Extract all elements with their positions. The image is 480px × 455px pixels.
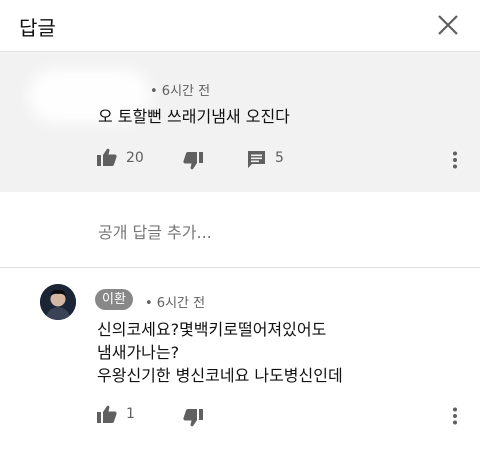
reply-divider xyxy=(0,267,480,268)
reply-text-line: 우왕신기한 병신코네요 나도병신인데 xyxy=(97,366,343,385)
reply-author[interactable]: 이환 xyxy=(95,289,133,310)
add-reply-input[interactable]: 공개 답글 추가... xyxy=(98,219,212,243)
like-count: 20 xyxy=(126,150,144,166)
avatar[interactable] xyxy=(40,284,76,320)
reply-dislike-button[interactable] xyxy=(183,409,203,427)
parent-comment-text: 오 토할뻔 쓰래기냄새 오진다 xyxy=(98,107,290,126)
comment-icon xyxy=(248,151,265,168)
parent-comment-menu[interactable] xyxy=(451,151,459,169)
thumbs-up-icon xyxy=(97,405,117,423)
thumbs-down-icon xyxy=(183,152,203,170)
thumbs-up-icon xyxy=(97,148,117,166)
dislike-button[interactable] xyxy=(183,152,203,170)
more-vert-icon xyxy=(453,151,457,169)
thumbs-down-icon xyxy=(183,409,203,427)
like-button[interactable] xyxy=(97,148,117,166)
page-title: 답글 xyxy=(19,16,56,40)
replies-button[interactable] xyxy=(247,150,266,169)
header-bar xyxy=(0,0,480,51)
reply-like-button[interactable] xyxy=(97,405,117,423)
reply-time: • 6시간 전 xyxy=(145,296,206,311)
reply-like-count: 1 xyxy=(126,406,135,422)
avatar-image xyxy=(40,284,76,320)
reply-text-line: 신의코세요?몇백키로떨어져있어도 xyxy=(97,320,327,339)
reply-count: 5 xyxy=(275,150,284,166)
close-button[interactable] xyxy=(435,12,461,38)
parent-comment-time: • 6시간 전 xyxy=(150,84,211,99)
reply-menu[interactable] xyxy=(451,407,459,425)
more-vert-icon xyxy=(453,407,457,425)
close-icon xyxy=(438,15,458,35)
reply-text-line: 냄새가나는? xyxy=(97,343,180,362)
